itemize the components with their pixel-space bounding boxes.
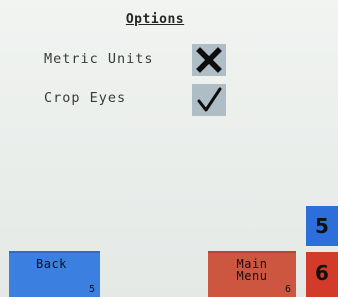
main-menu-button[interactable]: Main Menu 6	[208, 251, 296, 297]
side-key-6[interactable]: 6	[306, 252, 338, 297]
crop-eyes-label: Crop Eyes	[44, 90, 127, 106]
metric-units-label: Metric Units	[44, 51, 154, 67]
main-menu-button-key: 6	[284, 284, 291, 295]
x-mark-icon	[196, 47, 222, 73]
back-button-label: Back	[36, 257, 67, 271]
page-title: Options	[125, 12, 185, 27]
back-button[interactable]: Back 5	[9, 251, 100, 297]
checkmark-icon	[197, 87, 222, 112]
back-button-key: 5	[88, 284, 95, 295]
main-menu-button-label: Main Menu	[236, 257, 268, 283]
options-screen: Options Metric Units Crop Eyes Back 5 Ma…	[0, 0, 338, 297]
crop-eyes-checkbox[interactable]	[192, 84, 226, 116]
side-key-5[interactable]: 5	[306, 206, 338, 246]
metric-units-checkbox[interactable]	[192, 44, 226, 76]
